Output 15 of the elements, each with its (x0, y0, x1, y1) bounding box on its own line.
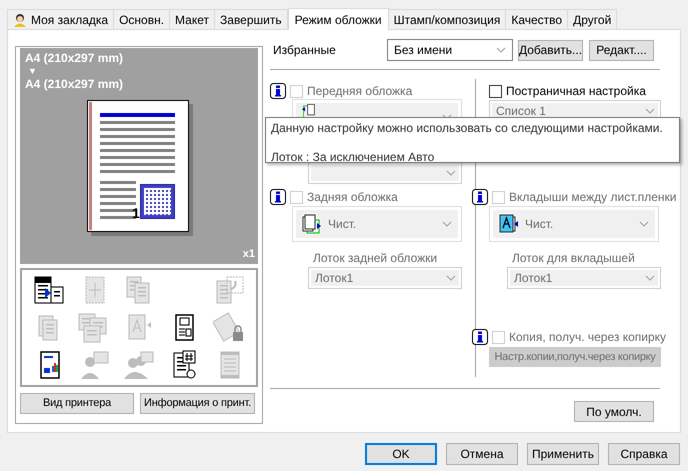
checkbox-label: Передняя обложка (307, 83, 412, 100)
page-number: 1 (132, 206, 140, 220)
checkbox-label: Постраничная настройка (506, 83, 646, 100)
field-label: Лоток для вкладышей (512, 251, 636, 265)
tooltip-text: Лоток : За исключением Авто (271, 150, 436, 165)
checkbox-label: Вкладыши между лист.пленки (509, 189, 676, 206)
arrow-icon: ▼ (25, 65, 124, 78)
tooltip-text: Данную настройку можно использовать со следующими настройками. (271, 121, 664, 136)
paper-size: A4 (210x297 mm) (25, 78, 124, 91)
checkbox-label: Копия, получ. через копирку (509, 329, 666, 346)
copies-count: x1 (242, 246, 255, 262)
field-label: Лоток задней обложки (313, 251, 438, 265)
paper-size: A4 (210x297 mm) (25, 52, 124, 65)
checkbox-label: Задняя обложка (307, 189, 398, 206)
label: Избранные (272, 42, 337, 59)
